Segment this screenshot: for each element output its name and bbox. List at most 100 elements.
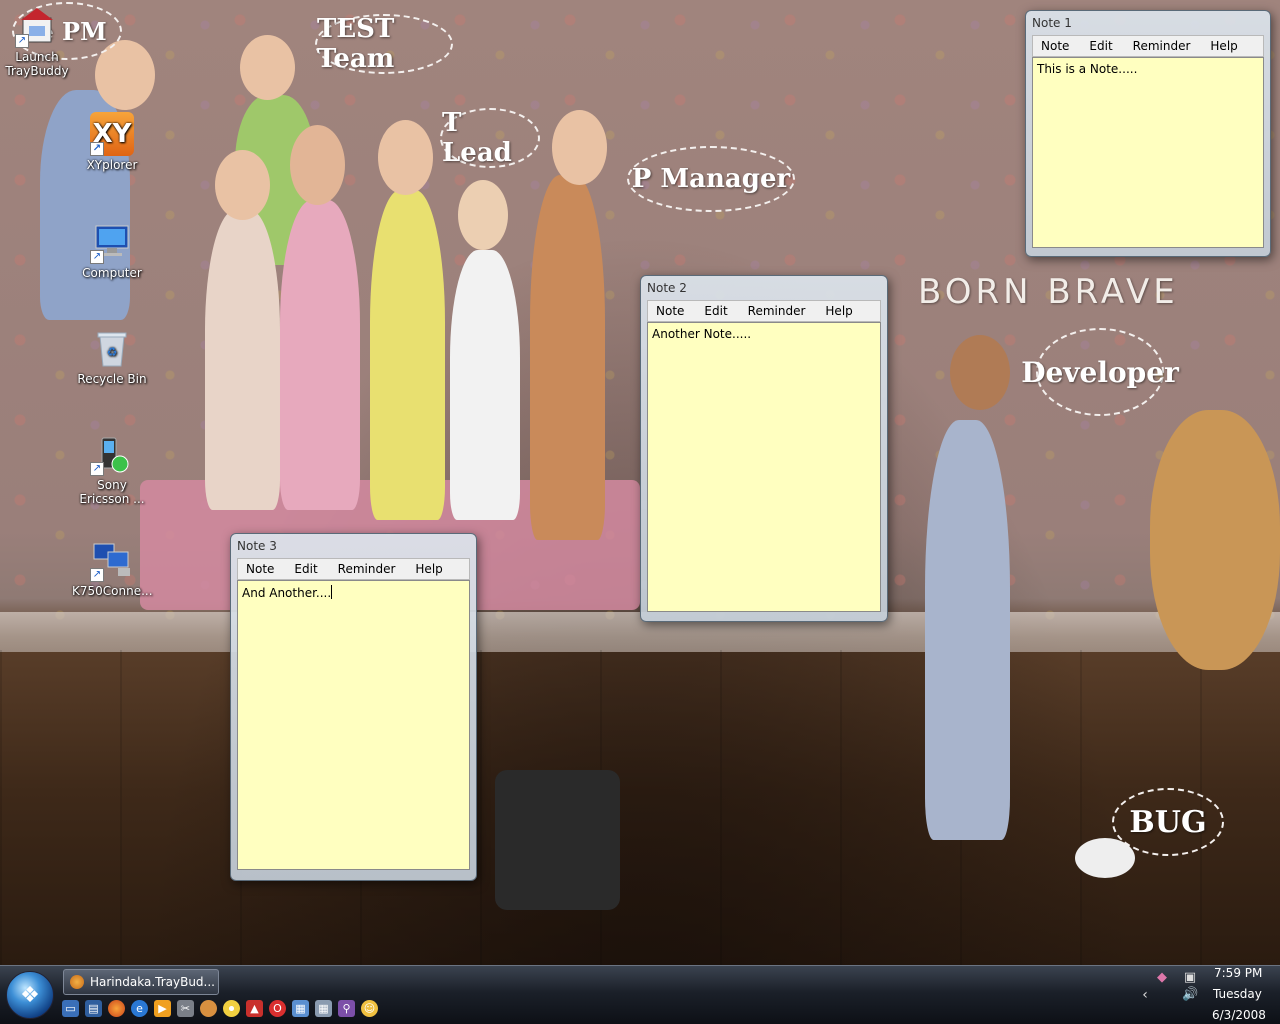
note-window-3[interactable]: Note 3 Note Edit Reminder Help And Anoth…: [230, 533, 477, 881]
note-content: This is a Note.....: [1037, 62, 1138, 76]
desktop-icon-label: XYplorer: [86, 158, 138, 172]
clock-day[interactable]: Tuesday: [1213, 987, 1262, 1001]
recycle-bin-icon: ♻: [90, 326, 134, 370]
taskbar: ❖ Harindaka.TrayBud... ▭ ▤ e ▶ ✂ ▲ O ▦ ▦…: [0, 965, 1280, 1024]
menu-edit[interactable]: Edit: [1089, 39, 1112, 53]
note-title[interactable]: Note 3: [237, 534, 470, 558]
xyplorer-icon: XY ↗: [90, 112, 134, 156]
menu-reminder[interactable]: Reminder: [1133, 39, 1191, 53]
note-menubar: Note Edit Reminder Help: [237, 558, 470, 580]
note-title[interactable]: Note 2: [647, 276, 881, 300]
xyplorer-glyph: XY: [92, 119, 132, 149]
desktop-icon-computer[interactable]: ↗ Computer: [72, 220, 152, 280]
note-text-area[interactable]: Another Note.....: [647, 322, 881, 612]
menu-edit[interactable]: Edit: [294, 562, 317, 576]
network-computers-icon: ↗: [90, 538, 134, 582]
show-desktop-icon[interactable]: ▭: [62, 1000, 79, 1017]
desktop-icon-recycle-bin[interactable]: ♻ Recycle Bin: [72, 326, 152, 386]
wallpaper-caption: BORN BRAVE: [918, 272, 1179, 312]
volume-icon[interactable]: 🔊: [1182, 987, 1198, 1003]
shortcut-arrow-icon: ↗: [15, 34, 29, 48]
desktop-icon-label: K750Conne...: [72, 584, 153, 598]
wallpaper-kid-head: [378, 120, 433, 195]
start-button[interactable]: ❖: [6, 971, 54, 1019]
menu-note[interactable]: Note: [1041, 39, 1069, 53]
menu-note[interactable]: Note: [656, 304, 684, 318]
wallpaper-kid-head: [950, 335, 1010, 410]
traybuddy-task-icon: [70, 975, 84, 989]
tools-icon[interactable]: ✂: [177, 1000, 194, 1017]
desktop-icon-traybuddy[interactable]: ↗ Launch TrayBuddy: [0, 4, 77, 78]
note-content: And Another....: [242, 586, 332, 600]
firefox-icon[interactable]: [108, 1000, 125, 1017]
calc-icon[interactable]: ▦: [315, 1000, 332, 1017]
wallpaper-kid: [530, 175, 605, 540]
note-window-1[interactable]: Note 1 Note Edit Reminder Help This is a…: [1025, 10, 1271, 257]
note-text-area[interactable]: This is a Note.....: [1032, 57, 1264, 248]
desktop-icon-k750[interactable]: ↗ K750Conne...: [72, 538, 153, 598]
taskbar-button-label: Harindaka.TrayBud...: [90, 975, 215, 989]
computer-icon: ↗: [90, 220, 134, 264]
paint-icon[interactable]: ▲: [246, 1000, 263, 1017]
wallpaper-floor: [0, 650, 1280, 965]
desktop-icon-label: Sony Ericsson ...: [79, 478, 145, 506]
desktop-icon-label: Computer: [82, 266, 142, 280]
wallpaper-kid-head: [215, 150, 270, 220]
desktop-icon-xyplorer[interactable]: XY ↗ XYplorer: [72, 112, 152, 172]
note-content: Another Note.....: [652, 327, 752, 341]
menu-edit[interactable]: Edit: [704, 304, 727, 318]
app-icon[interactable]: [200, 1000, 217, 1017]
wallpaper-bubble-bug: BUG: [1112, 788, 1224, 856]
wallpaper-kid-head: [240, 35, 295, 100]
menu-help[interactable]: Help: [415, 562, 442, 576]
wallpaper-bubble-test: TEST Team: [315, 14, 453, 74]
wallpaper-kid: [925, 420, 1010, 840]
menu-note[interactable]: Note: [246, 562, 274, 576]
media-player-icon[interactable]: ▶: [154, 1000, 171, 1017]
opera-icon[interactable]: O: [269, 1000, 286, 1017]
traybuddy-icon: ↗: [15, 4, 59, 48]
clock-date[interactable]: 6/3/2008: [1212, 1008, 1266, 1022]
note-menubar: Note Edit Reminder Help: [1032, 35, 1264, 57]
ie-icon[interactable]: e: [131, 1000, 148, 1017]
search-icon[interactable]: ⚲: [338, 1000, 355, 1017]
wallpaper-bubble-lead: T Lead: [440, 108, 540, 168]
desktop-icon-label: Recycle Bin: [77, 372, 147, 386]
note-window-2[interactable]: Note 2 Note Edit Reminder Help Another N…: [640, 275, 888, 622]
shortcut-arrow-icon: ↗: [90, 250, 104, 264]
shortcut-arrow-icon: ↗: [90, 462, 104, 476]
wallpaper-teddy-bear: [1150, 410, 1280, 670]
menu-help[interactable]: Help: [825, 304, 852, 318]
cd-icon[interactable]: [223, 1000, 240, 1017]
desktop-icon-label: Launch TrayBuddy: [5, 50, 69, 78]
note-menubar: Note Edit Reminder Help: [647, 300, 881, 322]
chevron-left-icon[interactable]: ‹: [1137, 987, 1153, 1003]
network-icon[interactable]: ▣: [1182, 970, 1198, 986]
note-text-area[interactable]: And Another....: [237, 580, 470, 870]
text-caret: [331, 585, 333, 599]
taskbar-button-traybuddy[interactable]: Harindaka.TrayBud...: [63, 969, 219, 995]
wallpaper-kid-head: [290, 125, 345, 205]
shortcut-arrow-icon: ↗: [90, 142, 104, 156]
wallpaper-kid: [280, 200, 360, 510]
wallpaper-kid: [370, 190, 445, 520]
table-icon[interactable]: ▦: [292, 1000, 309, 1017]
note-title[interactable]: Note 1: [1032, 11, 1264, 35]
messenger-icon[interactable]: ☺: [361, 1000, 378, 1017]
clock-time[interactable]: 7:59 PM: [1214, 966, 1262, 980]
menu-help[interactable]: Help: [1210, 39, 1237, 53]
wallpaper-kid: [450, 250, 520, 520]
wallpaper-bubble-developer: Developer: [1021, 328, 1179, 416]
menu-reminder[interactable]: Reminder: [748, 304, 806, 318]
tray-app-icon[interactable]: ◆: [1154, 970, 1170, 986]
wallpaper-toy-truck: [495, 770, 620, 910]
shortcut-arrow-icon: ↗: [90, 568, 104, 582]
windows-flag-icon: ❖: [20, 982, 40, 1008]
wallpaper-kid-head: [552, 110, 607, 185]
system-tray: ◆ ▣ ‹ 🔊 7:59 PM Tuesday 6/3/2008: [1136, 966, 1280, 1024]
menu-reminder[interactable]: Reminder: [338, 562, 396, 576]
switch-windows-icon[interactable]: ▤: [85, 1000, 102, 1017]
desktop-icon-sony-ericsson[interactable]: ↗ Sony Ericsson ...: [72, 432, 152, 506]
sony-ericsson-icon: ↗: [90, 432, 134, 476]
wallpaper-kid: [205, 210, 280, 510]
